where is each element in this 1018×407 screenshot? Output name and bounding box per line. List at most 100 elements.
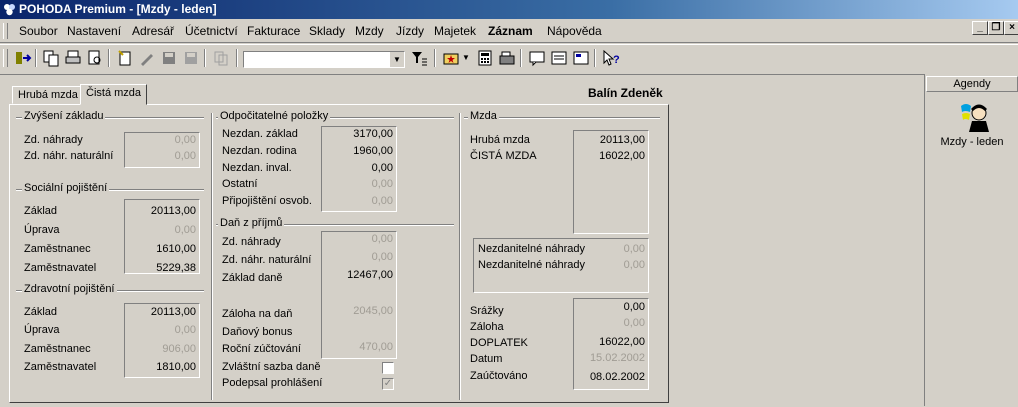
menu-bar: Soubor Nastavení Adresář Účetnictví Fakt… (0, 20, 1018, 43)
help-icon[interactable]: ? (602, 49, 620, 67)
chevron-down-icon[interactable]: ▼ (462, 53, 470, 62)
label-zvlastni-sazba-dane: Zvláštní sazba daně (222, 361, 321, 373)
value-zd-nahrady[interactable]: 0,00 (126, 134, 196, 146)
edit-icon[interactable] (138, 49, 156, 67)
value-srazky[interactable]: 0,00 (575, 301, 645, 313)
menu-fakturace[interactable]: Fakturace (247, 24, 300, 38)
value-socialni-zamestnanec[interactable]: 1610,00 (126, 243, 196, 255)
value-socialni-zamestnavatel[interactable]: 5229,38 (126, 262, 196, 274)
value-zaloha[interactable]: 0,00 (575, 317, 645, 329)
label-zamestnanec: Zaměstnanec (24, 343, 91, 355)
group-title-zvyseni: Zvýšení základu (22, 110, 106, 122)
value-nezdan-inval[interactable]: 0,00 (323, 162, 393, 174)
value-datum[interactable]: 15.02.2002 (575, 352, 645, 364)
tab-cista-mzda[interactable]: Čistá mzda (80, 84, 148, 105)
menu-soubor[interactable]: Soubor (19, 24, 58, 38)
mdi-restore-button[interactable]: ❐ (988, 21, 1004, 35)
value-socialni-uprava[interactable]: 0,00 (126, 224, 196, 236)
value-ostatni[interactable]: 0,00 (323, 178, 393, 190)
value-zd-nahr-naturalni[interactable]: 0,00 (126, 150, 196, 162)
agendy-header[interactable]: Agendy (926, 76, 1018, 92)
menu-mzdy[interactable]: Mzdy (355, 24, 384, 38)
value-nezdan-rodina[interactable]: 1960,00 (323, 145, 393, 157)
save-all-icon[interactable] (182, 49, 200, 67)
chevron-down-icon[interactable]: ▼ (390, 52, 404, 67)
label-nezdan-inval: Nezdan. inval. (222, 162, 292, 174)
label-zamestnavatel: Zaměstnavatel (24, 262, 97, 274)
list-view-icon[interactable] (550, 49, 568, 67)
person-icon[interactable] (958, 100, 992, 132)
label-zaklad-dane: Základ daně (222, 272, 283, 284)
label-zd-nahr-naturalni: Zd. náhr. naturální (222, 254, 312, 266)
value-zdravotni-uprava[interactable]: 0,00 (126, 324, 196, 336)
zvlastni-sazba-checkbox[interactable] (382, 362, 394, 374)
value-cista-mzda[interactable]: 16022,00 (575, 150, 645, 162)
menu-ucetnictvi[interactable]: Účetnictví (185, 24, 238, 38)
menu-majetek[interactable]: Majetek (434, 24, 476, 38)
label-uprava: Úprava (24, 224, 60, 236)
form-view-icon[interactable] (572, 49, 590, 67)
agenda-folder-icon[interactable] (442, 49, 460, 67)
menu-adresar[interactable]: Adresář (132, 24, 174, 38)
value-zdravotni-zamestnanec[interactable]: 906,00 (126, 343, 196, 355)
value-zaklad-dane[interactable]: 12467,00 (323, 269, 393, 281)
calculator-icon[interactable] (476, 49, 494, 67)
filter-select[interactable]: ▼ (243, 51, 405, 68)
value-socialni-zaklad[interactable]: 20113,00 (126, 205, 196, 217)
label-zd-nahrady: Zd. náhrady (222, 236, 281, 248)
value-doplatek[interactable]: 16022,00 (575, 336, 645, 348)
exit-agenda-icon[interactable] (14, 49, 32, 67)
mdi-close-button[interactable]: × (1004, 21, 1018, 35)
label-podepsal-prohlaseni: Podepsal prohlášení (222, 377, 323, 389)
new-record-icon[interactable] (116, 49, 134, 67)
toolbar-grip[interactable] (3, 49, 8, 67)
tab-hruba-mzda[interactable]: Hrubá mzda (12, 86, 84, 104)
label-nezdan-rodina: Nezdan. rodina (222, 145, 297, 157)
print-icon[interactable] (64, 49, 82, 67)
value-nezdanitelne-1[interactable]: 0,00 (575, 243, 645, 255)
title-bar[interactable]: POHODA Premium - [Mzdy - leden] (0, 0, 1018, 19)
menu-nastaveni[interactable]: Nastavení (67, 24, 121, 38)
save-icon[interactable] (160, 49, 178, 67)
value-zdravotni-zaklad[interactable]: 20113,00 (126, 306, 196, 318)
value-pripojisteni-osvob[interactable]: 0,00 (323, 195, 393, 207)
column-divider (459, 113, 461, 400)
mdi-minimize-button[interactable]: _ (972, 21, 988, 35)
label-zd-nahrady: Zd. náhrady (24, 134, 83, 146)
message-icon[interactable] (528, 49, 546, 67)
print-preview-icon[interactable] (86, 49, 104, 67)
value-nezdanitelne-2[interactable]: 0,00 (575, 259, 645, 271)
label-uprava: Úprava (24, 324, 60, 336)
menu-jizdy[interactable]: Jízdy (396, 24, 424, 38)
label-zd-nahr-naturalni: Zd. náhr. naturální (24, 150, 114, 162)
toolbar-separator (434, 49, 436, 67)
menu-napoveda[interactable]: Nápověda (547, 24, 602, 38)
value-dan-zd-nahrady[interactable]: 0,00 (323, 233, 393, 245)
value-hruba-mzda[interactable]: 20113,00 (575, 134, 645, 146)
value-zauctovano[interactable]: 08.02.2002 (575, 371, 645, 383)
podepsal-prohlaseni-checkbox[interactable]: ✓ (382, 378, 394, 390)
group-title-odpocitatelne: Odpočitatelné položky (218, 110, 331, 122)
duplicate-icon[interactable] (212, 49, 230, 67)
value-nezdan-zaklad[interactable]: 3170,00 (323, 128, 393, 140)
filter-icon[interactable] (410, 49, 428, 67)
label-zauctovano: Zaúčtováno (470, 370, 528, 382)
group-title-mzda: Mzda (468, 110, 499, 122)
label-datum: Datum (470, 353, 503, 365)
group-title-socialni: Sociální pojištění (22, 182, 110, 194)
toolbar-separator (35, 49, 37, 67)
menu-sklady[interactable]: Sklady (309, 24, 345, 38)
value-rocni-zuctovani[interactable]: 470,00 (323, 341, 393, 353)
label-nezdanitelne-nahrady: Nezdanitelné náhrady (478, 243, 586, 255)
value-dan-zd-nahr-naturalni[interactable]: 0,00 (323, 251, 393, 263)
cash-register-icon[interactable] (498, 49, 516, 67)
agenda-item-mzdy-leden[interactable]: Mzdy - leden (926, 136, 1018, 148)
copy-icon[interactable] (42, 49, 60, 67)
value-zdravotni-zamestnavatel[interactable]: 1810,00 (126, 361, 196, 373)
menu-zaznam[interactable]: Záznam (488, 24, 533, 38)
group-title-dan: Daň z příjmů (218, 217, 285, 229)
label-zaloha-na-dan: Záloha na daň (222, 308, 293, 320)
value-zaloha-na-dan[interactable]: 2045,00 (323, 305, 393, 317)
label-hruba-mzda: Hrubá mzda (470, 134, 530, 146)
menubar-grip[interactable] (3, 23, 8, 39)
